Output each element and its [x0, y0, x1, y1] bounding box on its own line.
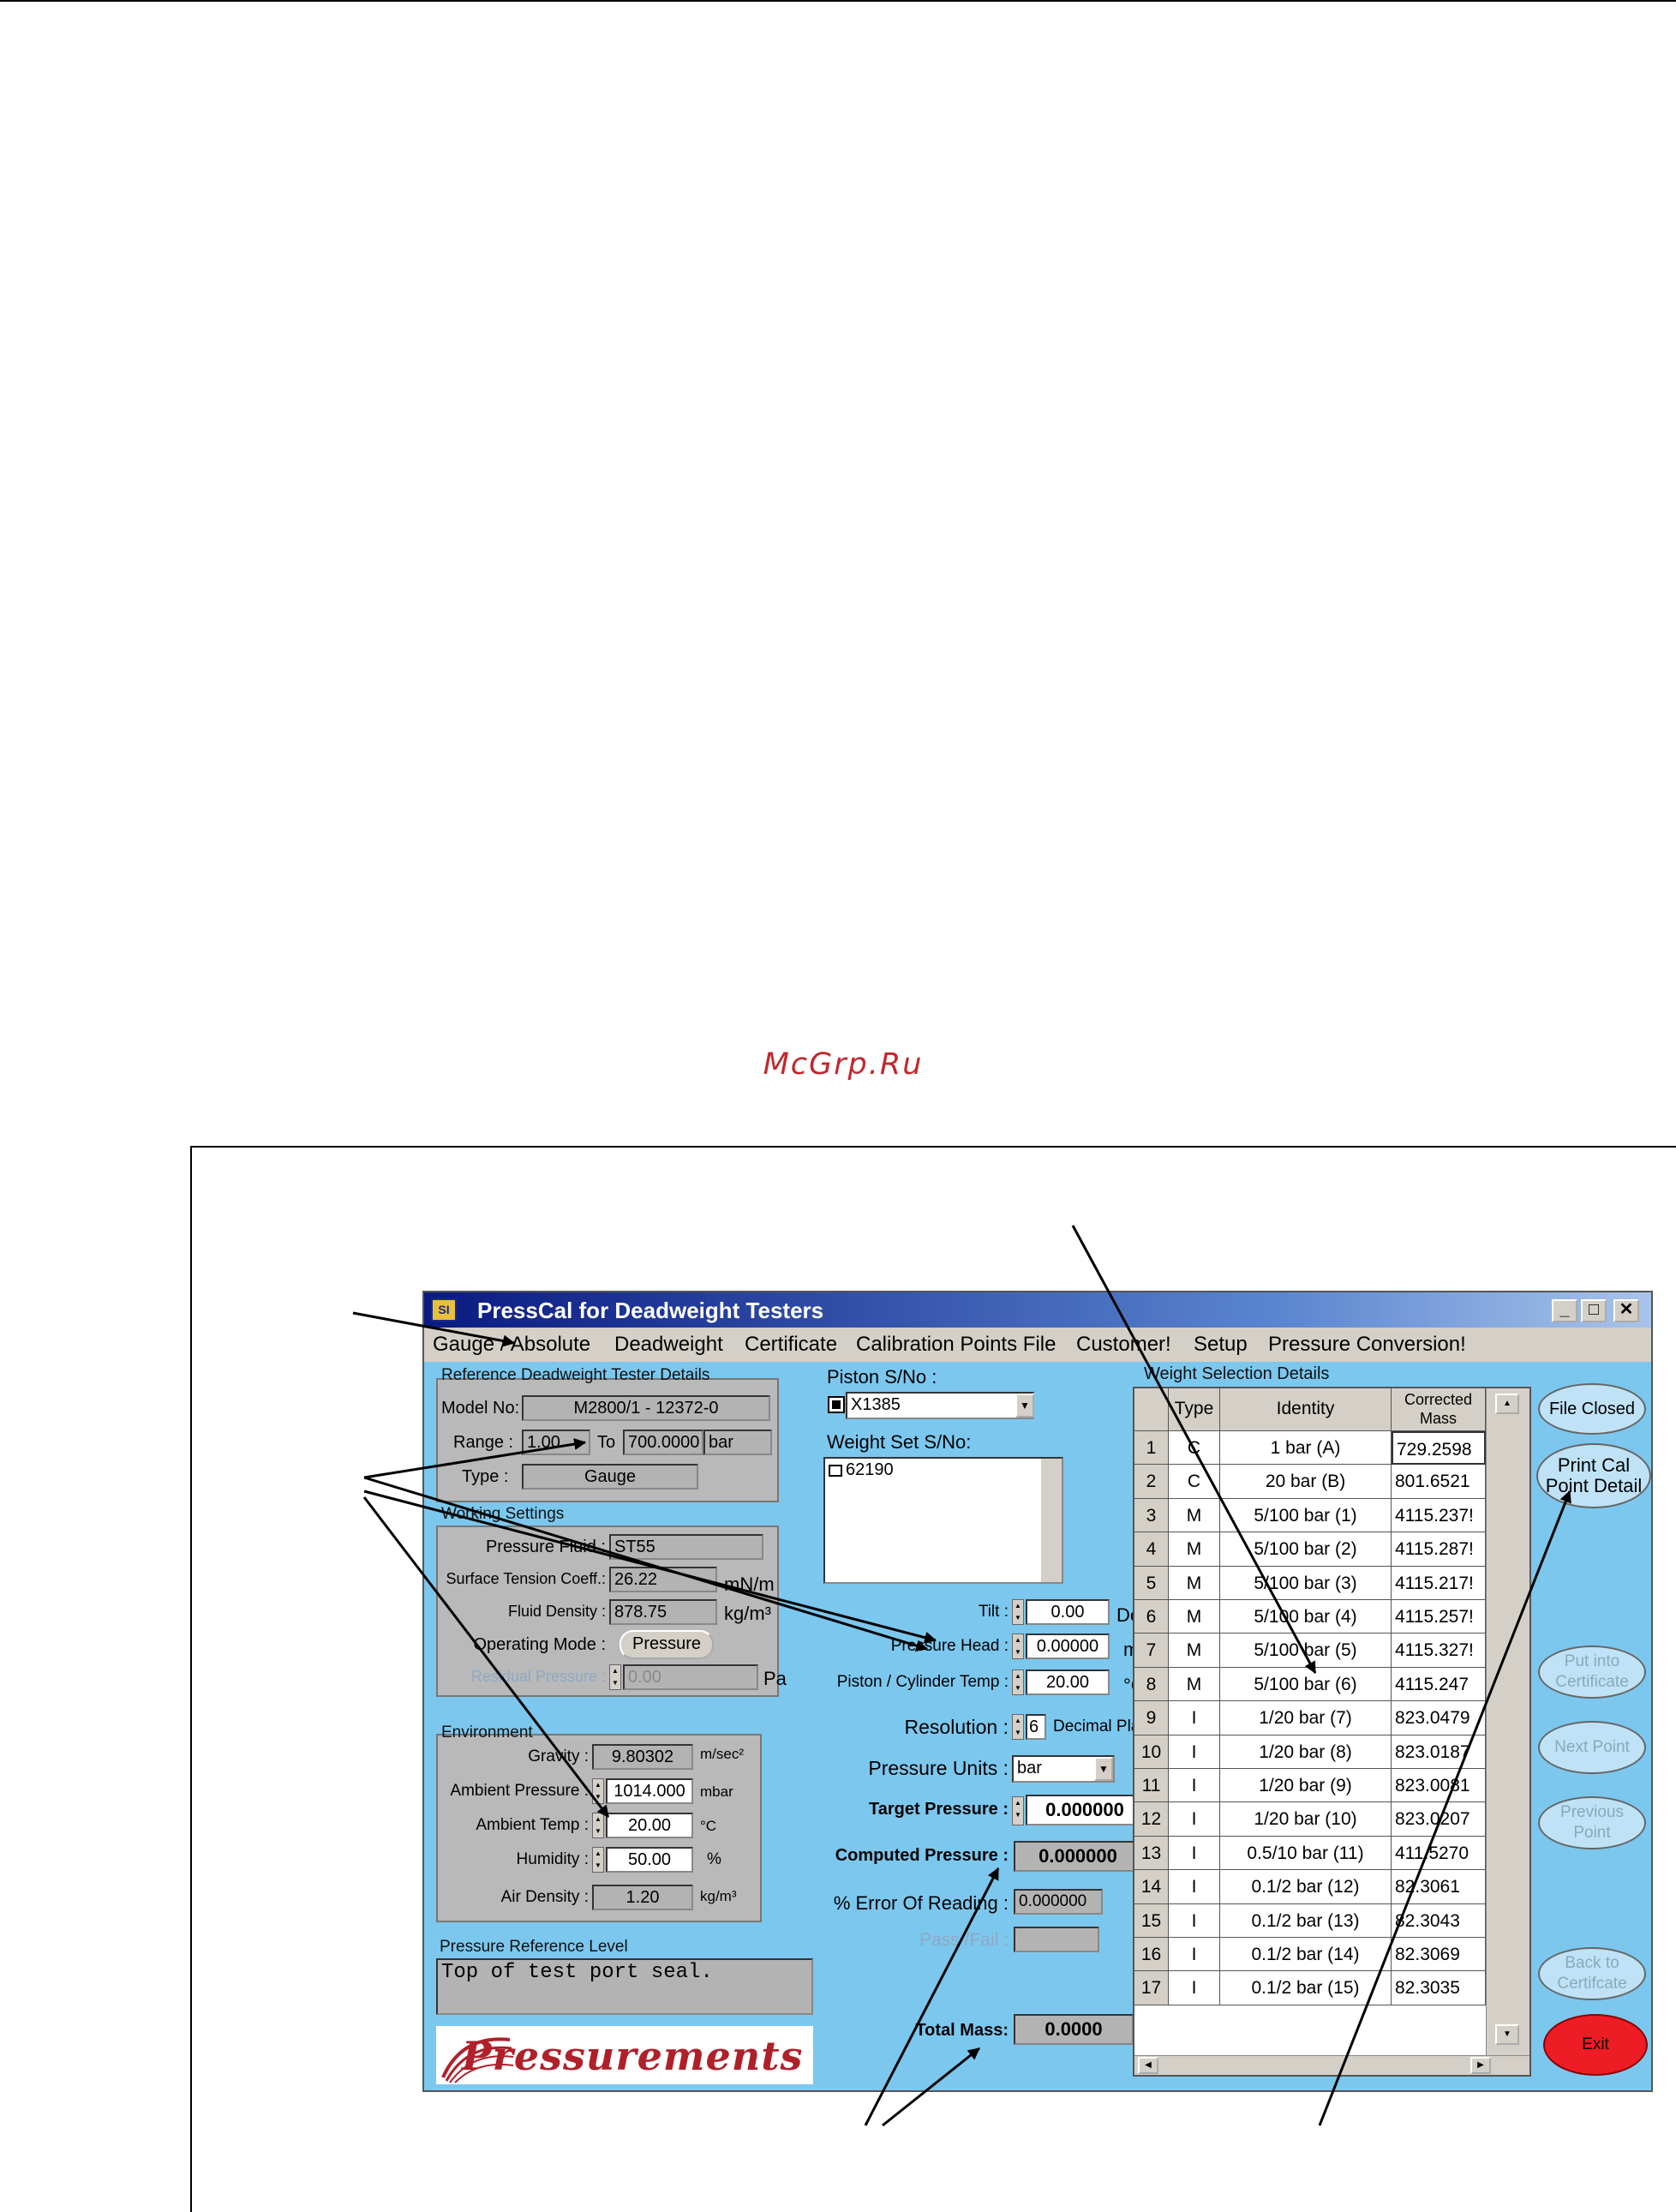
callout-arrow-print	[1318, 1490, 1571, 2126]
callout-arrow-total-mass	[882, 2047, 980, 2127]
callout-arrows	[352, 1225, 1571, 2127]
callout-arrow-weights	[1071, 1225, 1317, 1675]
callout-arrow-range	[363, 1438, 587, 1479]
callout-arrow-fluid	[363, 1490, 937, 1644]
callout-arrow-pressure-head	[363, 1476, 929, 1652]
callout-arrow-menu	[352, 1311, 516, 1347]
